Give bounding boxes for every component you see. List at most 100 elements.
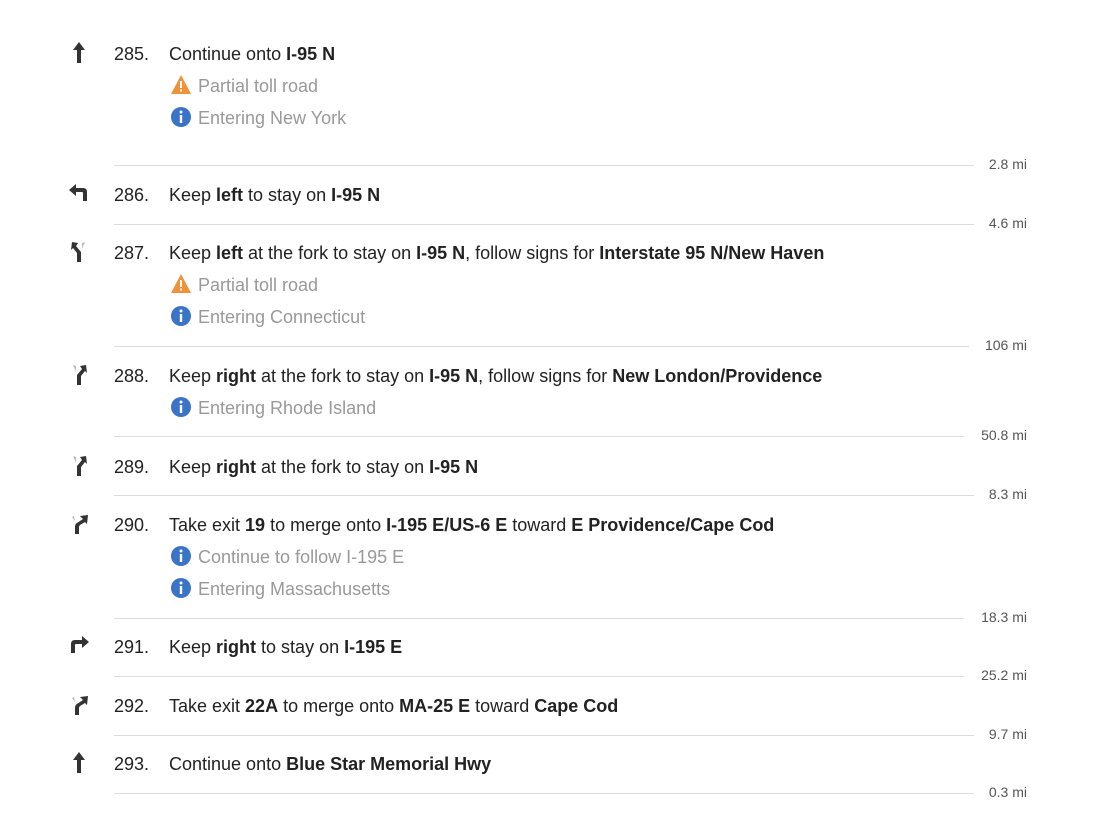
step-number: 286. — [114, 185, 150, 205]
instruction-text: Keep — [169, 637, 217, 657]
step-distance: 50.8 mi — [981, 427, 1027, 443]
note-text: Entering Rhode Island — [198, 398, 377, 418]
step-distance: 4.6 mi — [988, 215, 1027, 231]
step-instruction: Keep left at the fork to stay on I-95 N,… — [169, 243, 824, 264]
note-text: Partial toll road — [198, 275, 319, 295]
toll-warning-note: Partial toll road — [170, 74, 318, 98]
step-divider — [114, 346, 969, 347]
instruction-emphasis: I-95 N — [331, 185, 381, 205]
step-instruction: Keep right to stay on I-195 E — [169, 637, 402, 658]
instruction-emphasis: E Providence/Cape Cod — [571, 515, 775, 535]
instruction-emphasis: I-95 N — [286, 44, 336, 64]
instruction-text: to merge onto — [278, 696, 400, 716]
step-number: 292. — [114, 696, 150, 716]
info-icon — [170, 396, 192, 418]
step-distance: 25.2 mi — [981, 667, 1027, 683]
step-number: 290. — [114, 515, 150, 535]
info-icon — [170, 577, 192, 599]
step-number: 288. — [114, 366, 150, 386]
step-instruction: Continue onto I-95 N — [169, 44, 335, 65]
instruction-text: to merge onto — [265, 515, 387, 535]
ramp-right-icon — [66, 511, 92, 537]
fork-right-icon — [66, 362, 92, 388]
arrow-straight-icon — [66, 40, 92, 66]
step-instruction: Keep right at the fork to stay on I-95 N… — [169, 366, 822, 387]
instruction-text: at the fork to stay on — [256, 366, 430, 386]
step-number: 285. — [114, 44, 150, 64]
instruction-text: , follow signs for — [478, 366, 613, 386]
instruction-text: , follow signs for — [465, 243, 600, 263]
instruction-emphasis: I-95 N — [429, 457, 479, 477]
instruction-text: at the fork to stay on — [243, 243, 417, 263]
instruction-text: toward — [507, 515, 572, 535]
instruction-emphasis: I-195 E/US-6 E — [386, 515, 508, 535]
step-instruction: Keep right at the fork to stay on I-95 N — [169, 457, 478, 478]
note-text: Entering New York — [198, 108, 347, 128]
instruction-text: Keep — [169, 366, 217, 386]
info-icon — [170, 305, 192, 327]
instruction-emphasis: right — [216, 366, 257, 386]
warning-icon — [170, 74, 192, 96]
instruction-text: to stay on — [243, 185, 332, 205]
step-distance: 18.3 mi — [981, 609, 1027, 625]
step-instruction: Take exit 22A to merge onto MA-25 E towa… — [169, 696, 618, 717]
instruction-text: Keep — [169, 457, 217, 477]
instruction-text: Continue onto — [169, 754, 287, 774]
step-divider — [114, 676, 964, 677]
step-distance: 8.3 mi — [988, 486, 1027, 502]
instruction-text: Keep — [169, 243, 217, 263]
info-note: Entering Connecticut — [170, 305, 365, 329]
toll-warning-note: Partial toll road — [170, 273, 318, 297]
note-text: Entering Connecticut — [198, 307, 366, 327]
instruction-emphasis: 22A — [245, 696, 279, 716]
keep-left-icon — [66, 181, 92, 207]
step-distance: 2.8 mi — [988, 156, 1027, 172]
instruction-text: Take exit — [169, 696, 246, 716]
step-divider — [114, 224, 974, 225]
step-number: 293. — [114, 754, 150, 774]
step-divider — [114, 495, 974, 496]
instruction-text: toward — [470, 696, 535, 716]
step-divider — [114, 793, 974, 794]
step-instruction: Take exit 19 to merge onto I-195 E/US-6 … — [169, 515, 774, 536]
instruction-emphasis: I-195 E — [344, 637, 403, 657]
instruction-emphasis: Blue Star Memorial Hwy — [286, 754, 492, 774]
keep-right-icon — [66, 633, 92, 659]
info-note: Entering Massachusetts — [170, 577, 390, 601]
note-text: Partial toll road — [198, 76, 319, 96]
arrow-straight-icon — [66, 750, 92, 776]
step-number: 287. — [114, 243, 150, 263]
instruction-emphasis: New London/Providence — [612, 366, 823, 386]
fork-right-icon — [66, 453, 92, 479]
ramp-right-icon — [66, 692, 92, 718]
step-divider — [114, 735, 974, 736]
step-number: 291. — [114, 637, 150, 657]
step-divider — [114, 165, 974, 166]
warning-icon — [170, 273, 192, 295]
info-icon — [170, 106, 192, 128]
instruction-emphasis: left — [216, 185, 244, 205]
instruction-emphasis: 19 — [245, 515, 266, 535]
step-divider — [114, 618, 964, 619]
instruction-text: Continue onto — [169, 44, 287, 64]
instruction-text: to stay on — [256, 637, 345, 657]
instruction-emphasis: right — [216, 637, 257, 657]
step-distance: 106 mi — [984, 337, 1027, 353]
instruction-emphasis: Interstate 95 N/New Haven — [599, 243, 825, 263]
instruction-emphasis: I-95 N — [429, 366, 479, 386]
note-text: Continue to follow I-195 E — [198, 547, 405, 567]
step-distance: 9.7 mi — [988, 726, 1027, 742]
step-number: 289. — [114, 457, 150, 477]
instruction-emphasis: right — [216, 457, 257, 477]
note-text: Entering Massachusetts — [198, 579, 391, 599]
instruction-emphasis: I-95 N — [416, 243, 466, 263]
info-note: Entering New York — [170, 106, 346, 130]
step-instruction: Keep left to stay on I-95 N — [169, 185, 380, 206]
instruction-emphasis: left — [216, 243, 244, 263]
fork-left-icon — [66, 239, 92, 265]
instruction-emphasis: MA-25 E — [399, 696, 471, 716]
info-note: Entering Rhode Island — [170, 396, 376, 420]
info-note: Continue to follow I-195 E — [170, 545, 404, 569]
step-instruction: Continue onto Blue Star Memorial Hwy — [169, 754, 491, 775]
step-distance: 0.3 mi — [988, 784, 1027, 800]
